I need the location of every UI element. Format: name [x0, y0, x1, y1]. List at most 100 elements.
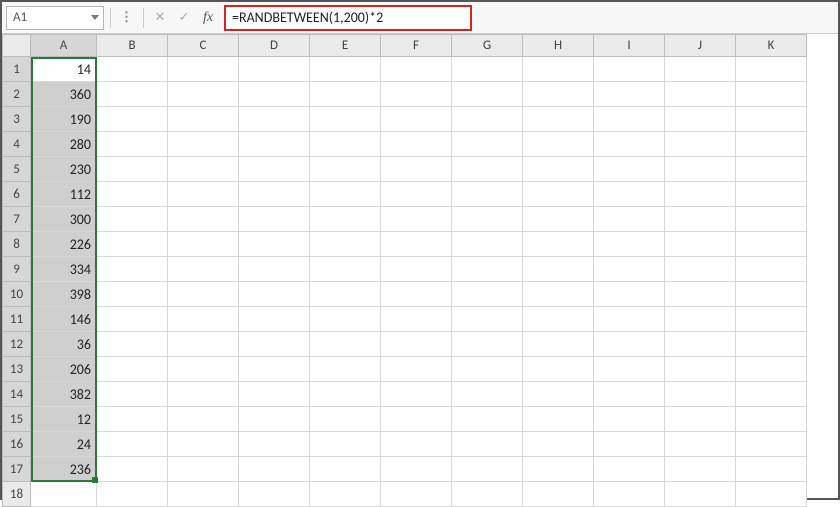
cell-B13[interactable] — [97, 357, 168, 382]
cell-B18[interactable] — [97, 482, 168, 507]
cell-I2[interactable] — [594, 82, 665, 107]
cell-K8[interactable] — [736, 232, 807, 257]
cell-I5[interactable] — [594, 157, 665, 182]
cell-I9[interactable] — [594, 257, 665, 282]
cell-J5[interactable] — [665, 157, 736, 182]
cell-C1[interactable] — [168, 57, 239, 82]
row-header-8[interactable]: 8 — [3, 232, 31, 257]
cell-J6[interactable] — [665, 182, 736, 207]
cell-B9[interactable] — [97, 257, 168, 282]
cell-B6[interactable] — [97, 182, 168, 207]
cell-D15[interactable] — [239, 407, 310, 432]
cell-E15[interactable] — [310, 407, 381, 432]
cell-G17[interactable] — [452, 457, 523, 482]
cell-G16[interactable] — [452, 432, 523, 457]
cell-H3[interactable] — [523, 107, 594, 132]
cell-K6[interactable] — [736, 182, 807, 207]
cell-J18[interactable] — [665, 482, 736, 507]
cell-B14[interactable] — [97, 382, 168, 407]
cell-A10[interactable]: 398 — [31, 282, 97, 307]
cell-D17[interactable] — [239, 457, 310, 482]
cell-A6[interactable]: 112 — [31, 182, 97, 207]
cell-G15[interactable] — [452, 407, 523, 432]
cell-J2[interactable] — [665, 82, 736, 107]
cell-K14[interactable] — [736, 382, 807, 407]
formula-input[interactable]: =RANDBETWEEN(1,200)*2 — [224, 5, 472, 31]
cell-G9[interactable] — [452, 257, 523, 282]
cell-J8[interactable] — [665, 232, 736, 257]
cell-G18[interactable] — [452, 482, 523, 507]
cell-F14[interactable] — [381, 382, 452, 407]
cell-G2[interactable] — [452, 82, 523, 107]
cell-A4[interactable]: 280 — [31, 132, 97, 157]
cell-D12[interactable] — [239, 332, 310, 357]
cell-H2[interactable] — [523, 82, 594, 107]
cell-F8[interactable] — [381, 232, 452, 257]
cell-K10[interactable] — [736, 282, 807, 307]
cell-G1[interactable] — [452, 57, 523, 82]
row-header-17[interactable]: 17 — [3, 457, 31, 482]
row-header-6[interactable]: 6 — [3, 182, 31, 207]
cell-F2[interactable] — [381, 82, 452, 107]
cell-F16[interactable] — [381, 432, 452, 457]
cell-C6[interactable] — [168, 182, 239, 207]
cell-K18[interactable] — [736, 482, 807, 507]
cell-E10[interactable] — [310, 282, 381, 307]
row-header-10[interactable]: 10 — [3, 282, 31, 307]
cell-C15[interactable] — [168, 407, 239, 432]
cell-J13[interactable] — [665, 357, 736, 382]
cell-A8[interactable]: 226 — [31, 232, 97, 257]
cell-H15[interactable] — [523, 407, 594, 432]
cell-J9[interactable] — [665, 257, 736, 282]
cell-D14[interactable] — [239, 382, 310, 407]
cell-G5[interactable] — [452, 157, 523, 182]
cell-G13[interactable] — [452, 357, 523, 382]
cell-H12[interactable] — [523, 332, 594, 357]
cell-J10[interactable] — [665, 282, 736, 307]
cell-K13[interactable] — [736, 357, 807, 382]
cell-I12[interactable] — [594, 332, 665, 357]
cell-G10[interactable] — [452, 282, 523, 307]
cell-H17[interactable] — [523, 457, 594, 482]
cell-A3[interactable]: 190 — [31, 107, 97, 132]
cell-F3[interactable] — [381, 107, 452, 132]
cell-A1[interactable]: 14 — [31, 57, 97, 82]
cell-H9[interactable] — [523, 257, 594, 282]
cell-A11[interactable]: 146 — [31, 307, 97, 332]
row-header-7[interactable]: 7 — [3, 207, 31, 232]
cell-I6[interactable] — [594, 182, 665, 207]
cell-B2[interactable] — [97, 82, 168, 107]
cell-J14[interactable] — [665, 382, 736, 407]
cell-B8[interactable] — [97, 232, 168, 257]
row-header-5[interactable]: 5 — [3, 157, 31, 182]
cell-I1[interactable] — [594, 57, 665, 82]
row-header-4[interactable]: 4 — [3, 132, 31, 157]
cell-B4[interactable] — [97, 132, 168, 157]
column-header-H[interactable]: H — [523, 35, 594, 57]
cell-K17[interactable] — [736, 457, 807, 482]
cell-C16[interactable] — [168, 432, 239, 457]
cell-I15[interactable] — [594, 407, 665, 432]
row-header-13[interactable]: 13 — [3, 357, 31, 382]
cell-K3[interactable] — [736, 107, 807, 132]
cell-A5[interactable]: 230 — [31, 157, 97, 182]
row-header-2[interactable]: 2 — [3, 82, 31, 107]
cell-E11[interactable] — [310, 307, 381, 332]
cell-C11[interactable] — [168, 307, 239, 332]
cell-I17[interactable] — [594, 457, 665, 482]
cell-C17[interactable] — [168, 457, 239, 482]
cell-C8[interactable] — [168, 232, 239, 257]
cell-E6[interactable] — [310, 182, 381, 207]
cell-D5[interactable] — [239, 157, 310, 182]
cell-A2[interactable]: 360 — [31, 82, 97, 107]
cell-F15[interactable] — [381, 407, 452, 432]
column-header-G[interactable]: G — [452, 35, 523, 57]
cell-B5[interactable] — [97, 157, 168, 182]
row-header-1[interactable]: 1 — [3, 57, 31, 82]
column-header-J[interactable]: J — [665, 35, 736, 57]
cell-A9[interactable]: 334 — [31, 257, 97, 282]
cell-D6[interactable] — [239, 182, 310, 207]
cell-H18[interactable] — [523, 482, 594, 507]
cell-E17[interactable] — [310, 457, 381, 482]
cell-F1[interactable] — [381, 57, 452, 82]
